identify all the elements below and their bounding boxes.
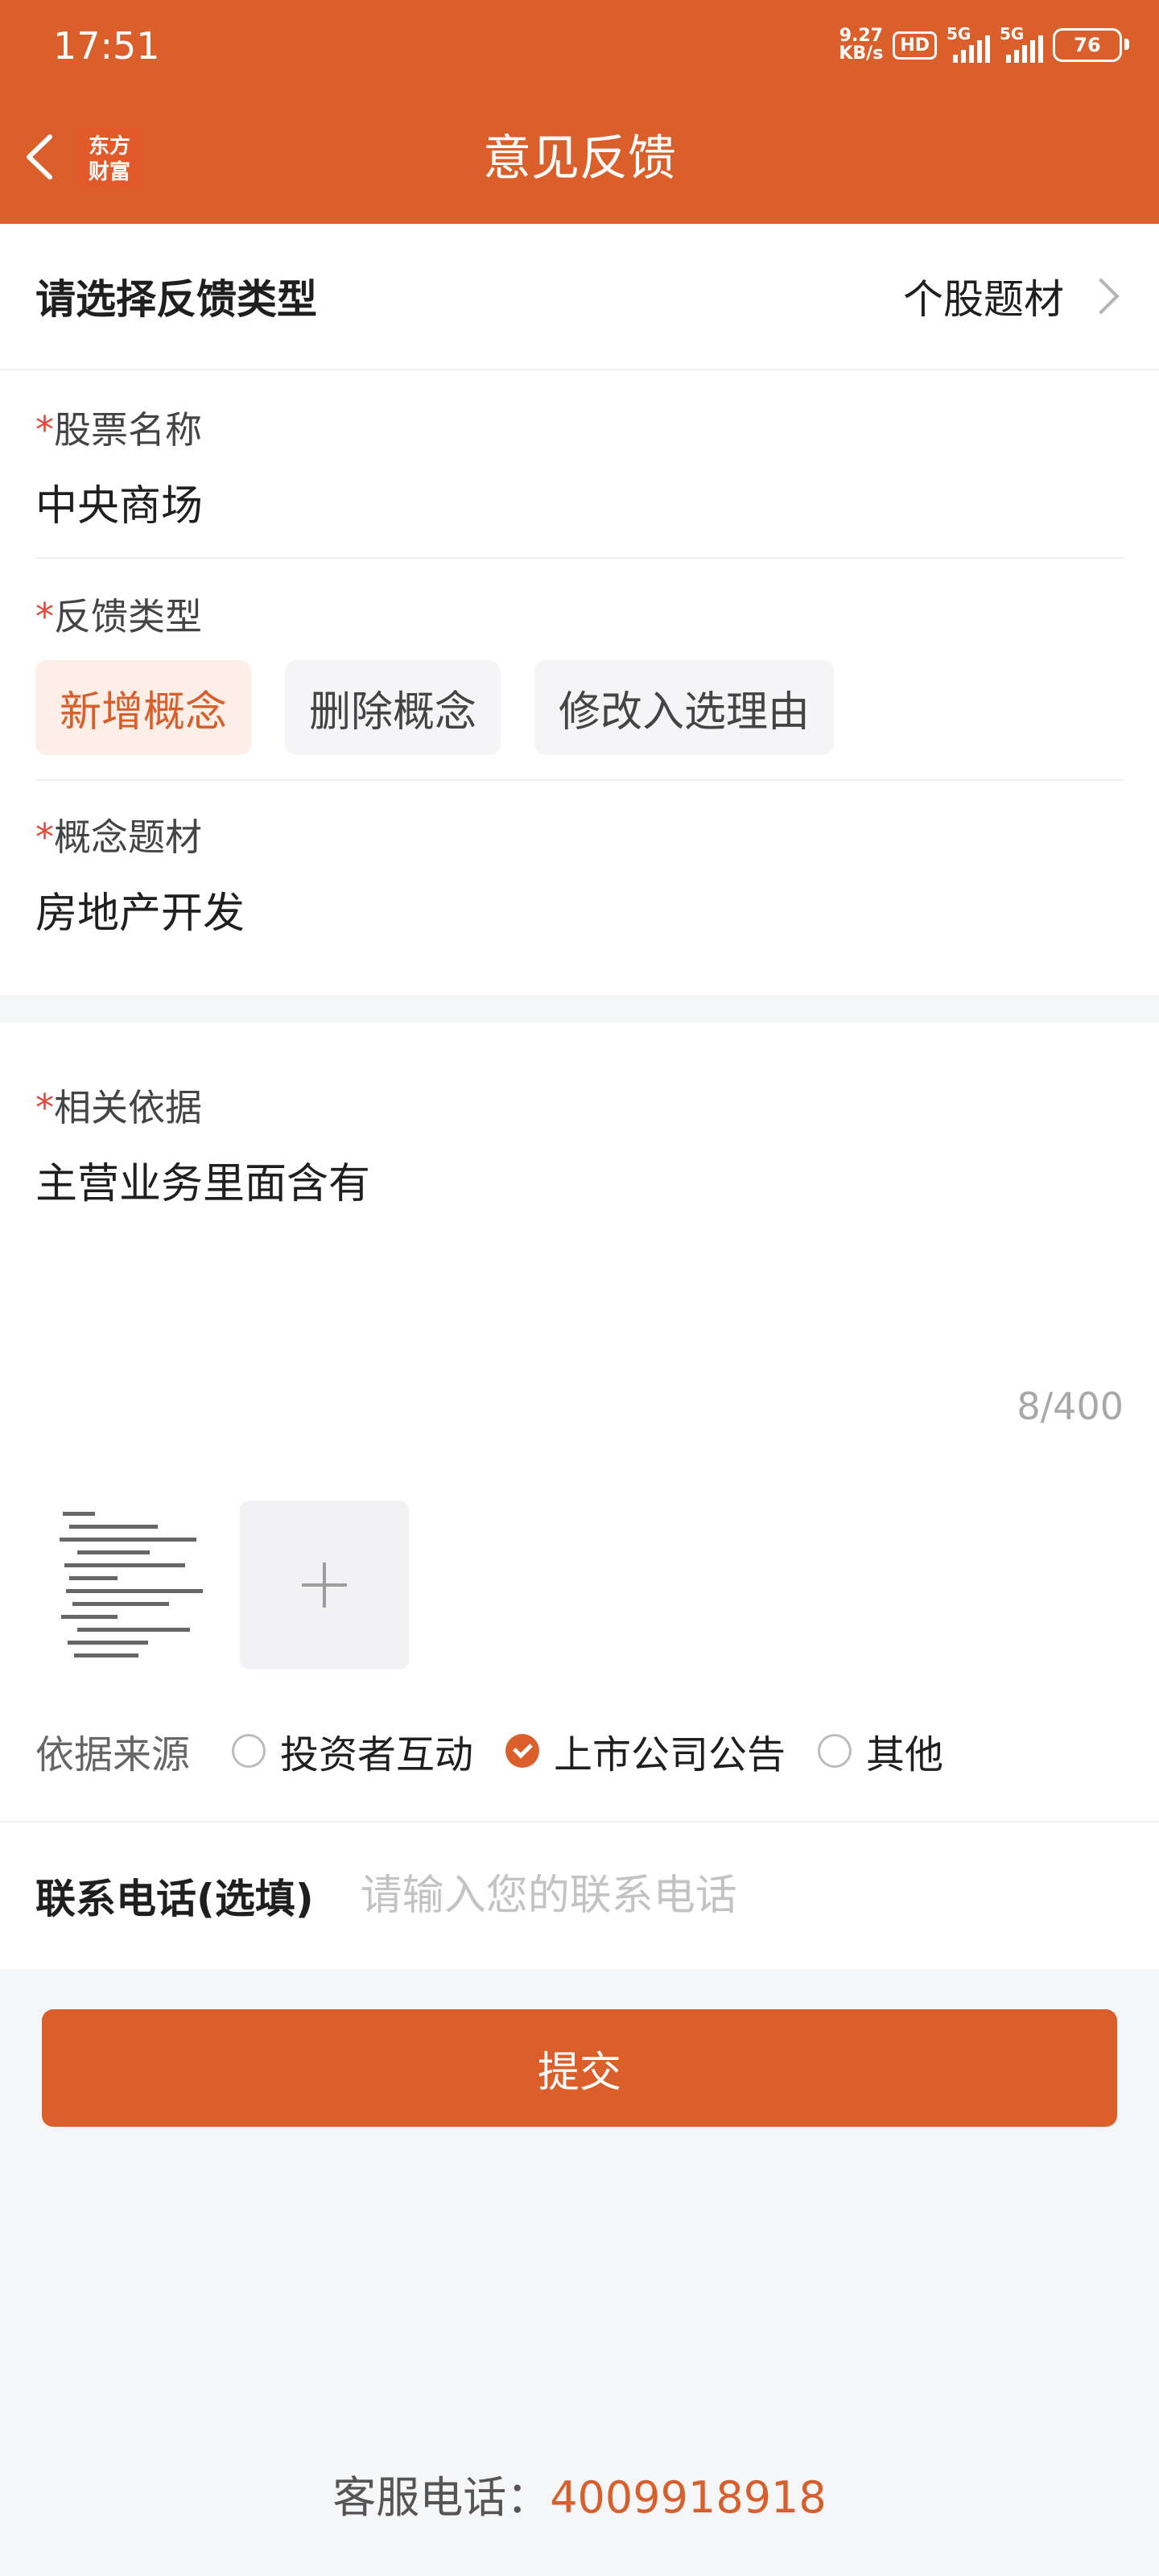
radio-icon[interactable] xyxy=(232,1734,266,1768)
submit-button[interactable]: 提交 xyxy=(42,2009,1117,2127)
signal-label: 5G xyxy=(947,24,971,43)
radio-checked-icon[interactable] xyxy=(505,1734,540,1768)
source-option-text: 上市公司公告 xyxy=(554,1732,786,1777)
feedback-type-selector[interactable]: 请选择反馈类型 个股题材 xyxy=(0,224,1159,370)
page-title: 意见反馈 xyxy=(483,130,676,187)
chip-modify-reason[interactable]: 修改入选理由 xyxy=(534,660,835,755)
status-icons: 9.27 KB/s HD 5G 5G 76 xyxy=(839,24,1129,63)
concept-label-text: 概念题材 xyxy=(54,815,202,859)
feedback-kind-label-text: 反馈类型 xyxy=(54,595,202,638)
network-speed-value: 9.27 xyxy=(839,26,883,46)
feedback-kind-label: *反馈类型 xyxy=(35,588,1124,641)
concept-label: *概念题材 xyxy=(35,808,1124,861)
basis-label: *相关依据 xyxy=(35,1079,1124,1132)
required-star: * xyxy=(35,1086,54,1129)
source-option-other[interactable]: 其他 xyxy=(818,1723,943,1779)
contact-phone-row: 联系电话(选填) xyxy=(0,1821,1159,1969)
required-star: * xyxy=(35,815,54,859)
concept-field[interactable]: *概念题材 房地产开发 xyxy=(35,808,1124,939)
evidence-source-label: 依据来源 xyxy=(35,1732,191,1777)
evidence-source: 依据来源 投资者互动 上市公司公告 其他 xyxy=(35,1723,975,1779)
customer-service-label: 客服电话： xyxy=(332,2472,551,2523)
feedback-kind-field: *反馈类型 新增概念 删除概念 修改入选理由 xyxy=(35,588,1124,755)
battery-icon: 76 xyxy=(1053,28,1129,62)
customer-service-phone[interactable]: 4009918918 xyxy=(550,2472,827,2523)
basis-label-text: 相关依据 xyxy=(54,1086,202,1129)
evidence-card: *相关依据 主营业务里面含有 8/400 xyxy=(0,1022,1159,1821)
radio-icon[interactable] xyxy=(818,1734,852,1768)
network-speed-unit: KB/s xyxy=(839,43,884,64)
hd-icon: HD xyxy=(893,31,937,60)
source-option-text: 其他 xyxy=(866,1732,944,1777)
chip-add-concept[interactable]: 新增概念 xyxy=(35,660,252,755)
status-time: 17:51 xyxy=(53,24,160,68)
stock-name-field[interactable]: *股票名称 中央商场 xyxy=(35,401,1124,532)
required-star: * xyxy=(35,595,54,638)
required-star: * xyxy=(35,408,54,452)
app-header: 17:51 9.27 KB/s HD 5G 5G 76 东方 财富 意见反馈 xyxy=(0,0,1159,224)
source-option-investor[interactable]: 投资者互动 xyxy=(232,1723,473,1779)
basis-field[interactable]: *相关依据 主营业务里面含有 xyxy=(35,1079,1124,1210)
contact-phone-label: 联系电话(选填) xyxy=(35,1876,314,1922)
signal-icon-2: 5G xyxy=(1000,24,1043,63)
feedback-type-value-text: 个股题材 xyxy=(903,276,1064,323)
battery-level: 76 xyxy=(1074,34,1101,56)
divider xyxy=(35,779,1124,781)
stock-name-label: *股票名称 xyxy=(35,401,1124,454)
chevron-right-icon xyxy=(1083,278,1120,315)
contact-phone-input[interactable] xyxy=(358,1871,1070,1921)
source-option-text: 投资者互动 xyxy=(280,1732,474,1777)
feedback-type-value[interactable]: 个股题材 xyxy=(903,267,1124,325)
attachment-thumbnail[interactable] xyxy=(53,1496,214,1670)
signal-label-2: 5G xyxy=(1000,24,1025,43)
char-counter: 8/400 xyxy=(1017,1385,1124,1428)
signal-icon: 5G xyxy=(947,24,990,63)
network-speed: 9.27 KB/s xyxy=(839,27,883,63)
source-option-announcement[interactable]: 上市公司公告 xyxy=(505,1723,786,1779)
add-image-button[interactable] xyxy=(240,1501,409,1670)
basis-textarea[interactable]: 主营业务里面含有 xyxy=(35,1150,1124,1210)
customer-service: 客服电话：4009918918 xyxy=(0,2462,1159,2525)
stock-name-label-text: 股票名称 xyxy=(54,408,202,452)
stock-name-value[interactable]: 中央商场 xyxy=(35,472,1124,532)
feedback-kind-options: 新增概念 删除概念 修改入选理由 xyxy=(35,660,1124,755)
concept-value[interactable]: 房地产开发 xyxy=(35,879,1124,939)
feedback-form-card: 请选择反馈类型 个股题材 *股票名称 中央商场 *反馈类型 新增概念 删除概念 … xyxy=(0,224,1159,995)
feedback-type-label: 请选择反馈类型 xyxy=(35,276,317,323)
divider xyxy=(35,557,1124,559)
chip-delete-concept[interactable]: 删除概念 xyxy=(285,660,501,755)
